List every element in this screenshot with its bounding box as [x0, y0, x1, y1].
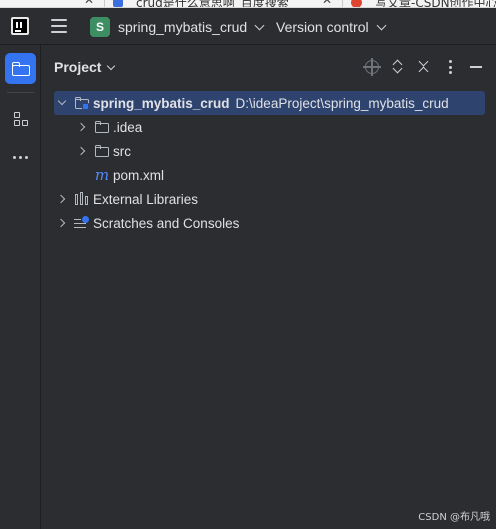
project-widget[interactable]: S spring_mybatis_crud	[86, 14, 267, 40]
intellij-logo-icon	[11, 17, 29, 35]
vcs-label: Version control	[276, 19, 369, 35]
tree-row-scratches[interactable]: Scratches and Consoles	[54, 211, 239, 235]
chevron-right-icon[interactable]	[54, 191, 70, 207]
watermark-text: CSDN @布凡哦	[418, 512, 490, 523]
ide-window: S spring_mybatis_crud Version control Pr…	[0, 8, 496, 529]
hide-panel-button[interactable]	[466, 57, 486, 77]
scratches-icon	[74, 215, 90, 231]
chevron-right-icon[interactable]	[54, 215, 70, 231]
collapse-all-button[interactable]	[414, 56, 434, 77]
tab-divider	[342, 0, 343, 7]
tree-item-label: .idea	[113, 119, 143, 135]
collapse-all-icon	[418, 56, 430, 77]
tree-item-label: src	[113, 143, 131, 159]
close-icon[interactable]: ✕	[322, 0, 332, 7]
kebab-menu-icon	[448, 60, 452, 74]
minimize-icon	[470, 66, 482, 68]
chevron-down-icon	[107, 61, 116, 70]
options-button[interactable]	[440, 57, 460, 77]
browser-tab-strip: ✕ crud是什么意思啊_百度搜索 ✕ 写文章-CSDN创作中心	[0, 0, 496, 8]
select-opened-file-button[interactable]	[362, 57, 382, 77]
project-panel-title: Project	[54, 59, 102, 75]
browser-tab-title[interactable]: crud是什么意思啊_百度搜索	[136, 0, 289, 7]
project-tool-window: Project spring_mybatis_crud D:\ideaProje…	[42, 45, 496, 529]
chevron-down-icon	[376, 20, 387, 30]
title-bar: S spring_mybatis_crud Version control	[0, 8, 496, 45]
tree-row-external-libraries[interactable]: External Libraries	[54, 187, 198, 211]
project-tool-button[interactable]	[5, 53, 36, 84]
chevron-down-icon[interactable]	[54, 95, 70, 111]
structure-icon	[13, 111, 29, 127]
project-name: spring_mybatis_crud	[118, 19, 248, 35]
chevron-right-icon[interactable]	[74, 143, 90, 159]
main-menu-icon[interactable]	[51, 19, 69, 33]
library-icon	[74, 191, 90, 207]
locate-icon	[363, 58, 381, 76]
folder-icon	[11, 61, 30, 76]
expand-all-icon	[392, 59, 404, 75]
tree-row-project-root[interactable]: spring_mybatis_crud D:\ideaProject\sprin…	[54, 91, 485, 115]
tree-item-label: External Libraries	[93, 191, 199, 207]
chevron-right-icon[interactable]	[74, 119, 90, 135]
chevron-down-icon	[254, 20, 265, 30]
folder-icon	[94, 119, 110, 135]
project-panel-header: Project	[42, 45, 496, 89]
tree-item-label: Scratches and Consoles	[93, 215, 240, 231]
project-badge: S	[90, 17, 110, 37]
project-view-selector[interactable]: Project	[54, 59, 116, 75]
tree-row-pom[interactable]: m pom.xml	[74, 163, 164, 187]
tree-item-label: spring_mybatis_crud	[93, 95, 230, 111]
expand-all-button[interactable]	[388, 57, 408, 77]
tree-row-src[interactable]: src	[74, 139, 131, 163]
structure-tool-button[interactable]	[5, 103, 36, 134]
baidu-favicon-icon	[113, 0, 123, 7]
tab-divider	[104, 0, 105, 7]
browser-tab-title[interactable]: 写文章-CSDN创作中心	[375, 0, 496, 7]
tree-row-idea[interactable]: .idea	[74, 115, 142, 139]
module-folder-icon	[74, 95, 90, 111]
csdn-favicon-icon	[351, 0, 362, 7]
tree-item-label: pom.xml	[113, 167, 165, 183]
close-icon[interactable]: ✕	[84, 0, 94, 7]
maven-icon: m	[94, 166, 110, 184]
tree-item-path: D:\ideaProject\spring_mybatis_crud	[235, 95, 449, 111]
folder-icon	[94, 143, 110, 159]
strip-divider	[7, 92, 34, 93]
tool-window-strip	[0, 45, 41, 529]
more-dots-icon	[13, 156, 28, 159]
more-tool-windows-button[interactable]	[5, 142, 36, 173]
vcs-widget[interactable]: Version control	[272, 14, 389, 40]
